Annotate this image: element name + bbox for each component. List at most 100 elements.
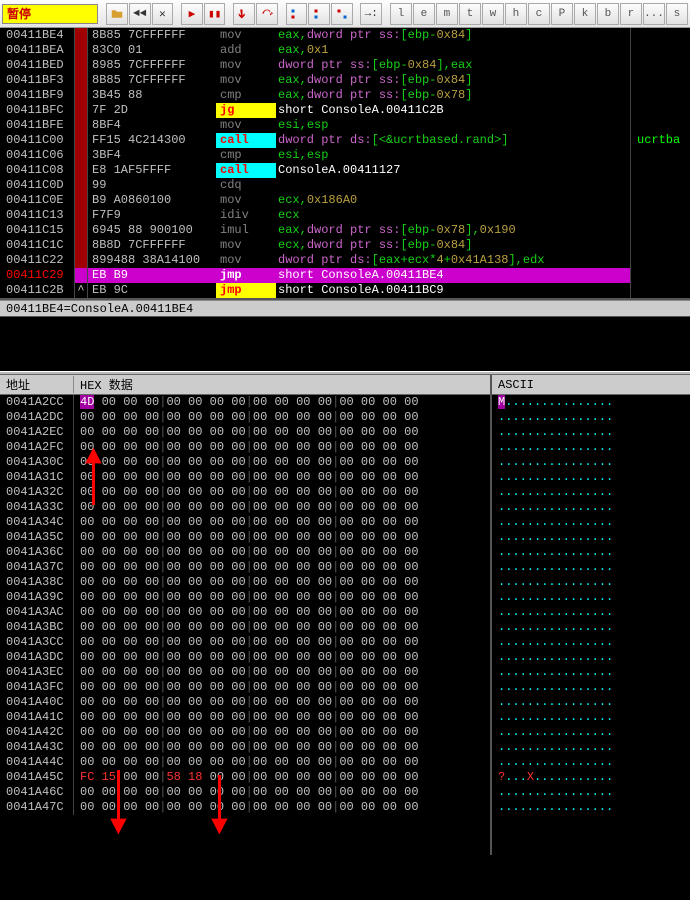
ascii-row[interactable]: ................	[492, 695, 690, 710]
ascii-row[interactable]: ................	[492, 785, 690, 800]
hex-row[interactable]: 0041A35C00 00 00 00|00 00 00 00|00 00 00…	[0, 530, 490, 545]
hex-row[interactable]: 0041A32C00 00 00 00|00 00 00 00|00 00 00…	[0, 485, 490, 500]
rewind-button[interactable]: ◄◄	[129, 3, 151, 25]
hex-row[interactable]: 0041A2FC00 00 00 00|00 00 00 00|00 00 00…	[0, 440, 490, 455]
ascii-row[interactable]: ................	[492, 575, 690, 590]
disasm-row[interactable]: 00411BE4 8B85 7CFFFFFFmoveax,dword ptr s…	[0, 28, 690, 43]
ascii-row[interactable]: ................	[492, 605, 690, 620]
ascii-row[interactable]: ................	[492, 515, 690, 530]
hex-row[interactable]: 0041A2EC00 00 00 00|00 00 00 00|00 00 00…	[0, 425, 490, 440]
view-h-button[interactable]: h	[505, 3, 527, 25]
open-folder-button[interactable]	[106, 3, 128, 25]
hex-row[interactable]: 0041A3FC00 00 00 00|00 00 00 00|00 00 00…	[0, 680, 490, 695]
view-...-button[interactable]: ...	[643, 3, 665, 25]
view-w-button[interactable]: w	[482, 3, 504, 25]
hex-row[interactable]: 0041A40C00 00 00 00|00 00 00 00|00 00 00…	[0, 695, 490, 710]
hex-row[interactable]: 0041A33C00 00 00 00|00 00 00 00|00 00 00…	[0, 500, 490, 515]
view-s-button[interactable]: s	[666, 3, 688, 25]
hex-row[interactable]: 0041A38C00 00 00 00|00 00 00 00|00 00 00…	[0, 575, 490, 590]
ascii-row[interactable]: ................	[492, 560, 690, 575]
hex-pane[interactable]: 地址 HEX 数据 0041A2CC4D 00 00 00|00 00 00 0…	[0, 375, 490, 855]
close-button[interactable]: ✕	[152, 3, 174, 25]
ascii-row[interactable]: ................	[492, 710, 690, 725]
hex-row[interactable]: 0041A46C00 00 00 00|00 00 00 00|00 00 00…	[0, 785, 490, 800]
hex-row[interactable]: 0041A3DC00 00 00 00|00 00 00 00|00 00 00…	[0, 650, 490, 665]
disasm-row[interactable]: 00411BFE 8BF4movesi,esp	[0, 118, 690, 133]
hex-row[interactable]: 0041A37C00 00 00 00|00 00 00 00|00 00 00…	[0, 560, 490, 575]
execute-till-return-button[interactable]	[331, 3, 353, 25]
view-b-button[interactable]: b	[597, 3, 619, 25]
hex-row[interactable]: 0041A31C00 00 00 00|00 00 00 00|00 00 00…	[0, 470, 490, 485]
hex-row[interactable]: 0041A42C00 00 00 00|00 00 00 00|00 00 00…	[0, 725, 490, 740]
disasm-row[interactable]: 00411BED 8985 7CFFFFFFmovdword ptr ss:[e…	[0, 58, 690, 73]
step-into-button[interactable]	[233, 3, 255, 25]
disasm-row[interactable]: 00411C22 899488 38A14100movdword ptr ds:…	[0, 253, 690, 268]
view-m-button[interactable]: m	[436, 3, 458, 25]
disasm-row[interactable]: 00411C15 6945 88 900100imuleax,dword ptr…	[0, 223, 690, 238]
ascii-row[interactable]: ................	[492, 455, 690, 470]
hex-row[interactable]: 0041A3AC00 00 00 00|00 00 00 00|00 00 00…	[0, 605, 490, 620]
goto-button[interactable]: →:	[360, 3, 382, 25]
disasm-row[interactable]: 00411BF9 3B45 88cmpeax,dword ptr ss:[ebp…	[0, 88, 690, 103]
hex-row[interactable]: 0041A3EC00 00 00 00|00 00 00 00|00 00 00…	[0, 665, 490, 680]
ascii-row[interactable]: ................	[492, 500, 690, 515]
hex-row[interactable]: 0041A43C00 00 00 00|00 00 00 00|00 00 00…	[0, 740, 490, 755]
ascii-row[interactable]: ................	[492, 800, 690, 815]
hex-row[interactable]: 0041A44C00 00 00 00|00 00 00 00|00 00 00…	[0, 755, 490, 770]
ascii-row[interactable]: ................	[492, 650, 690, 665]
disasm-row[interactable]: 00411BFC 7F 2Djgshort ConsoleA.00411C2B	[0, 103, 690, 118]
trace-over-button[interactable]	[308, 3, 330, 25]
ascii-row[interactable]: ................	[492, 470, 690, 485]
ascii-row[interactable]: ................	[492, 740, 690, 755]
hex-row[interactable]: 0041A34C00 00 00 00|00 00 00 00|00 00 00…	[0, 515, 490, 530]
ascii-row[interactable]: ................	[492, 680, 690, 695]
ascii-row[interactable]: ................	[492, 755, 690, 770]
ascii-row[interactable]: ................	[492, 410, 690, 425]
step-over-button[interactable]	[256, 3, 278, 25]
disasm-row[interactable]: 00411C1C 8B8D 7CFFFFFFmovecx,dword ptr s…	[0, 238, 690, 253]
hex-row[interactable]: 0041A47C00 00 00 00|00 00 00 00|00 00 00…	[0, 800, 490, 815]
run-button[interactable]: ▶	[181, 3, 203, 25]
ascii-pane[interactable]: ASCII M.................................…	[490, 375, 690, 855]
view-e-button[interactable]: e	[413, 3, 435, 25]
hex-row[interactable]: 0041A2DC00 00 00 00|00 00 00 00|00 00 00…	[0, 410, 490, 425]
view-t-button[interactable]: t	[459, 3, 481, 25]
ascii-row[interactable]: ................	[492, 425, 690, 440]
hex-row[interactable]: 0041A3CC00 00 00 00|00 00 00 00|00 00 00…	[0, 635, 490, 650]
hex-row[interactable]: 0041A2CC4D 00 00 00|00 00 00 00|00 00 00…	[0, 395, 490, 410]
ascii-row[interactable]: ................	[492, 590, 690, 605]
disasm-row[interactable]: 00411C13 F7F9idivecx	[0, 208, 690, 223]
disasm-row[interactable]: 00411C0E B9 A0860100movecx,0x186A0	[0, 193, 690, 208]
ascii-row[interactable]: ................	[492, 440, 690, 455]
hex-row[interactable]: 0041A39C00 00 00 00|00 00 00 00|00 00 00…	[0, 590, 490, 605]
view-r-button[interactable]: r	[620, 3, 642, 25]
trace-into-button[interactable]	[286, 3, 308, 25]
view-P-button[interactable]: P	[551, 3, 573, 25]
disasm-row[interactable]: 00411BEA 83C0 01addeax,0x1	[0, 43, 690, 58]
view-c-button[interactable]: c	[528, 3, 550, 25]
ascii-row[interactable]: ................	[492, 530, 690, 545]
ascii-row[interactable]: ................	[492, 635, 690, 650]
ascii-row[interactable]: ................	[492, 725, 690, 740]
ascii-row[interactable]: ................	[492, 545, 690, 560]
disasm-row[interactable]: 00411C0D 99cdq	[0, 178, 690, 193]
disasm-row[interactable]: 00411C08 E8 1AF5FFFFcallConsoleA.0041112…	[0, 163, 690, 178]
ascii-row[interactable]: ................	[492, 620, 690, 635]
ascii-row[interactable]: ?...X...........	[492, 770, 690, 785]
hex-row[interactable]: 0041A30C00 00 00 00|00 00 00 00|00 00 00…	[0, 455, 490, 470]
disasm-row[interactable]: 00411C06 3BF4cmpesi,esp	[0, 148, 690, 163]
disasm-row[interactable]: 00411C00 FF15 4C214300calldword ptr ds:[…	[0, 133, 690, 148]
disassembly-pane[interactable]: 00411BE4 8B85 7CFFFFFFmoveax,dword ptr s…	[0, 28, 690, 300]
hex-row[interactable]: 0041A41C00 00 00 00|00 00 00 00|00 00 00…	[0, 710, 490, 725]
ascii-row[interactable]: M...............	[492, 395, 690, 410]
pause-button[interactable]: ▮▮	[204, 3, 226, 25]
disasm-row[interactable]: 00411C2B^EB 9Cjmpshort ConsoleA.00411BC9	[0, 283, 690, 298]
hex-row[interactable]: 0041A3BC00 00 00 00|00 00 00 00|00 00 00…	[0, 620, 490, 635]
ascii-row[interactable]: ................	[492, 485, 690, 500]
view-l-button[interactable]: l	[390, 3, 412, 25]
disasm-row[interactable]: 00411BF3 8B85 7CFFFFFFmoveax,dword ptr s…	[0, 73, 690, 88]
hex-row[interactable]: 0041A45CFC 15 00 00|58 18 00 00|00 00 00…	[0, 770, 490, 785]
hex-row[interactable]: 0041A36C00 00 00 00|00 00 00 00|00 00 00…	[0, 545, 490, 560]
view-k-button[interactable]: k	[574, 3, 596, 25]
disasm-row[interactable]: 00411C29 EB B9jmpshort ConsoleA.00411BE4	[0, 268, 690, 283]
